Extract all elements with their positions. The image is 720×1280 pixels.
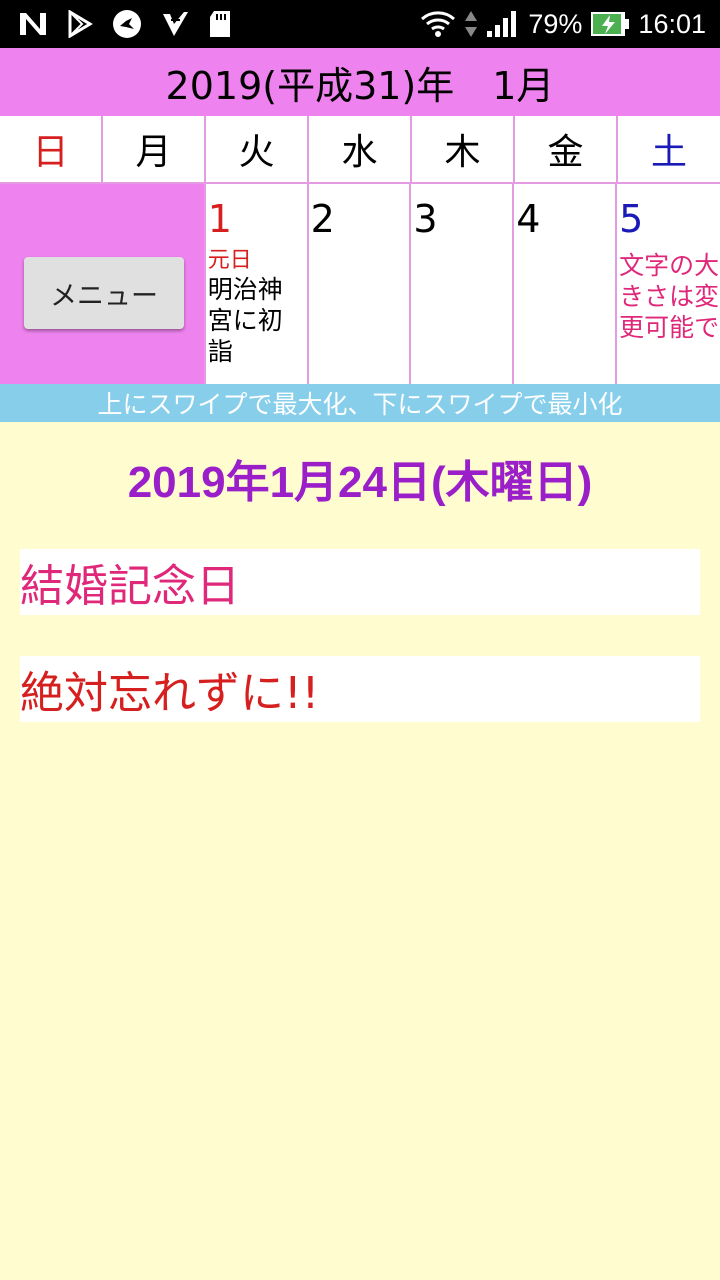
- memo-item[interactable]: 結婚記念日: [20, 549, 700, 615]
- data-arrows-icon: [464, 9, 478, 39]
- play-store-icon: [66, 10, 94, 38]
- weekday-sun: 日: [0, 116, 103, 184]
- weekday-label: 木: [444, 132, 481, 173]
- system-status: 79% 16:01: [420, 6, 706, 42]
- battery-percent: 79%: [528, 8, 583, 39]
- weekday-label: 土: [650, 132, 687, 173]
- signal-icon: [486, 9, 520, 39]
- wifi-icon: [420, 9, 456, 39]
- swipe-hint: 上にスワイプで最大化、下にスワイプで最小化: [97, 390, 623, 419]
- weekday-row: 日 月 火 水 木 金 土: [0, 116, 720, 184]
- menu-button[interactable]: メニュー: [24, 257, 184, 329]
- day-number: 2: [310, 197, 335, 241]
- day-cell-5[interactable]: 5 文字の大きさは変更可能で: [617, 184, 720, 384]
- memo-item[interactable]: 絶対忘れずに!!: [20, 656, 700, 722]
- weekday-label: 水: [341, 132, 378, 173]
- selected-date-title: 2019年1月24日(木曜日): [127, 458, 593, 507]
- memo-text: 結婚記念日: [20, 561, 240, 612]
- day-event: 明治神宮に初詣: [207, 275, 283, 366]
- weekday-label: 日: [32, 132, 69, 173]
- holiday-label: 元日: [207, 248, 252, 273]
- weekday-label: 火: [238, 132, 275, 173]
- weekday-fri: 金: [515, 116, 618, 184]
- weekday-label: 月: [135, 132, 172, 173]
- month-title: 2019(平成31)年 1月: [165, 63, 555, 108]
- calendar-week-row: メニュー 1 元日 明治神宮に初詣 2 3 4 5 文字の大きさは変更可能で: [0, 184, 720, 384]
- day-cell-3[interactable]: 3: [411, 184, 515, 384]
- notification-icons: [18, 8, 232, 40]
- memo-text: 絶対忘れずに!!: [20, 668, 320, 719]
- month-header[interactable]: 2019(平成31)年 1月: [0, 48, 720, 116]
- weekday-thu: 木: [412, 116, 515, 184]
- day-event: 文字の大きさは変更可能で: [619, 251, 720, 342]
- day-cell-2[interactable]: 2: [308, 184, 412, 384]
- weekday-mon: 月: [103, 116, 206, 184]
- n-icon: [18, 11, 48, 37]
- day-number: 5: [619, 197, 644, 241]
- weekday-sat: 土: [618, 116, 720, 184]
- day-number: 1: [207, 197, 232, 241]
- day-number: 3: [413, 197, 438, 241]
- day-number: 4: [516, 197, 541, 241]
- sd-card-icon: [208, 9, 232, 39]
- weekday-tue: 火: [206, 116, 309, 184]
- clock: 16:01: [638, 8, 706, 39]
- bird-app-icon: [112, 9, 142, 39]
- day-cell-1[interactable]: 1 元日 明治神宮に初詣: [205, 184, 309, 384]
- weekday-wed: 水: [309, 116, 412, 184]
- menu-cell: メニュー: [0, 184, 206, 384]
- day-cell-4[interactable]: 4: [514, 184, 618, 384]
- battery-charging-icon: [590, 10, 630, 38]
- swipe-handle[interactable]: 上にスワイプで最大化、下にスワイプで最小化: [0, 384, 720, 422]
- status-bar: 79% 16:01: [0, 0, 720, 48]
- weekday-label: 金: [547, 132, 584, 173]
- check-app-icon: [160, 10, 190, 38]
